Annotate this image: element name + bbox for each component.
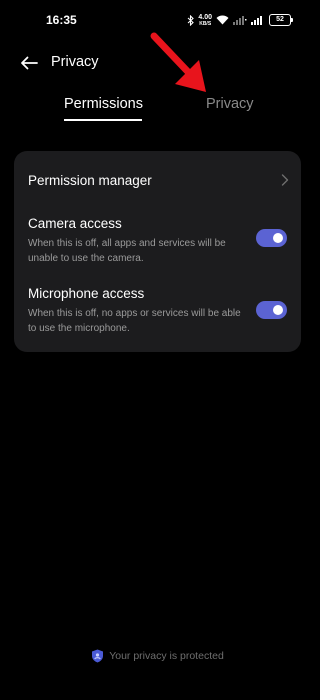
network-speed-value: 4.00 xyxy=(198,13,212,21)
tab-permissions[interactable]: Permissions xyxy=(64,96,143,112)
signal-icon xyxy=(251,16,262,25)
battery-indicator: 52 xyxy=(269,14,293,26)
toggle-knob xyxy=(273,305,283,315)
permissions-card: Permission manager Camera access When th… xyxy=(14,151,301,352)
permission-manager-label: Permission manager xyxy=(28,173,152,188)
permission-manager-row[interactable]: Permission manager xyxy=(14,151,301,207)
tab-bar: Permissions Privacy xyxy=(0,92,315,126)
microphone-access-label: Microphone access xyxy=(28,286,145,301)
wifi-icon xyxy=(216,15,229,25)
status-time: 16:35 xyxy=(46,13,77,27)
microphone-access-toggle[interactable] xyxy=(256,301,287,319)
camera-access-toggle[interactable] xyxy=(256,229,287,247)
signal-icon xyxy=(233,16,247,25)
shield-icon xyxy=(92,649,104,663)
microphone-access-description: When this is off, no apps or services wi… xyxy=(28,308,241,334)
toggle-knob xyxy=(273,233,283,243)
tab-privacy[interactable]: Privacy xyxy=(206,96,254,112)
active-tab-indicator xyxy=(64,119,142,121)
red-arrow-icon xyxy=(150,32,206,92)
status-icons: 4.00 KB/S 52 xyxy=(187,12,293,28)
chevron-right-icon xyxy=(281,174,289,186)
page-title: Privacy xyxy=(51,54,99,70)
camera-access-description: When this is off, all apps and services … xyxy=(28,238,226,264)
bluetooth-icon xyxy=(188,14,195,26)
microphone-access-row: Microphone access When this is off, no a… xyxy=(14,277,301,341)
footer-text: Your privacy is protected xyxy=(109,650,224,662)
arrow-left-icon xyxy=(21,56,38,70)
camera-access-row: Camera access When this is off, all apps… xyxy=(14,207,301,271)
camera-access-label: Camera access xyxy=(28,216,122,231)
privacy-footer: Your privacy is protected xyxy=(0,649,315,663)
network-speed-unit: KB/S xyxy=(199,20,212,27)
back-button[interactable] xyxy=(16,50,42,76)
network-speed: 4.00 KB/S xyxy=(198,14,212,27)
